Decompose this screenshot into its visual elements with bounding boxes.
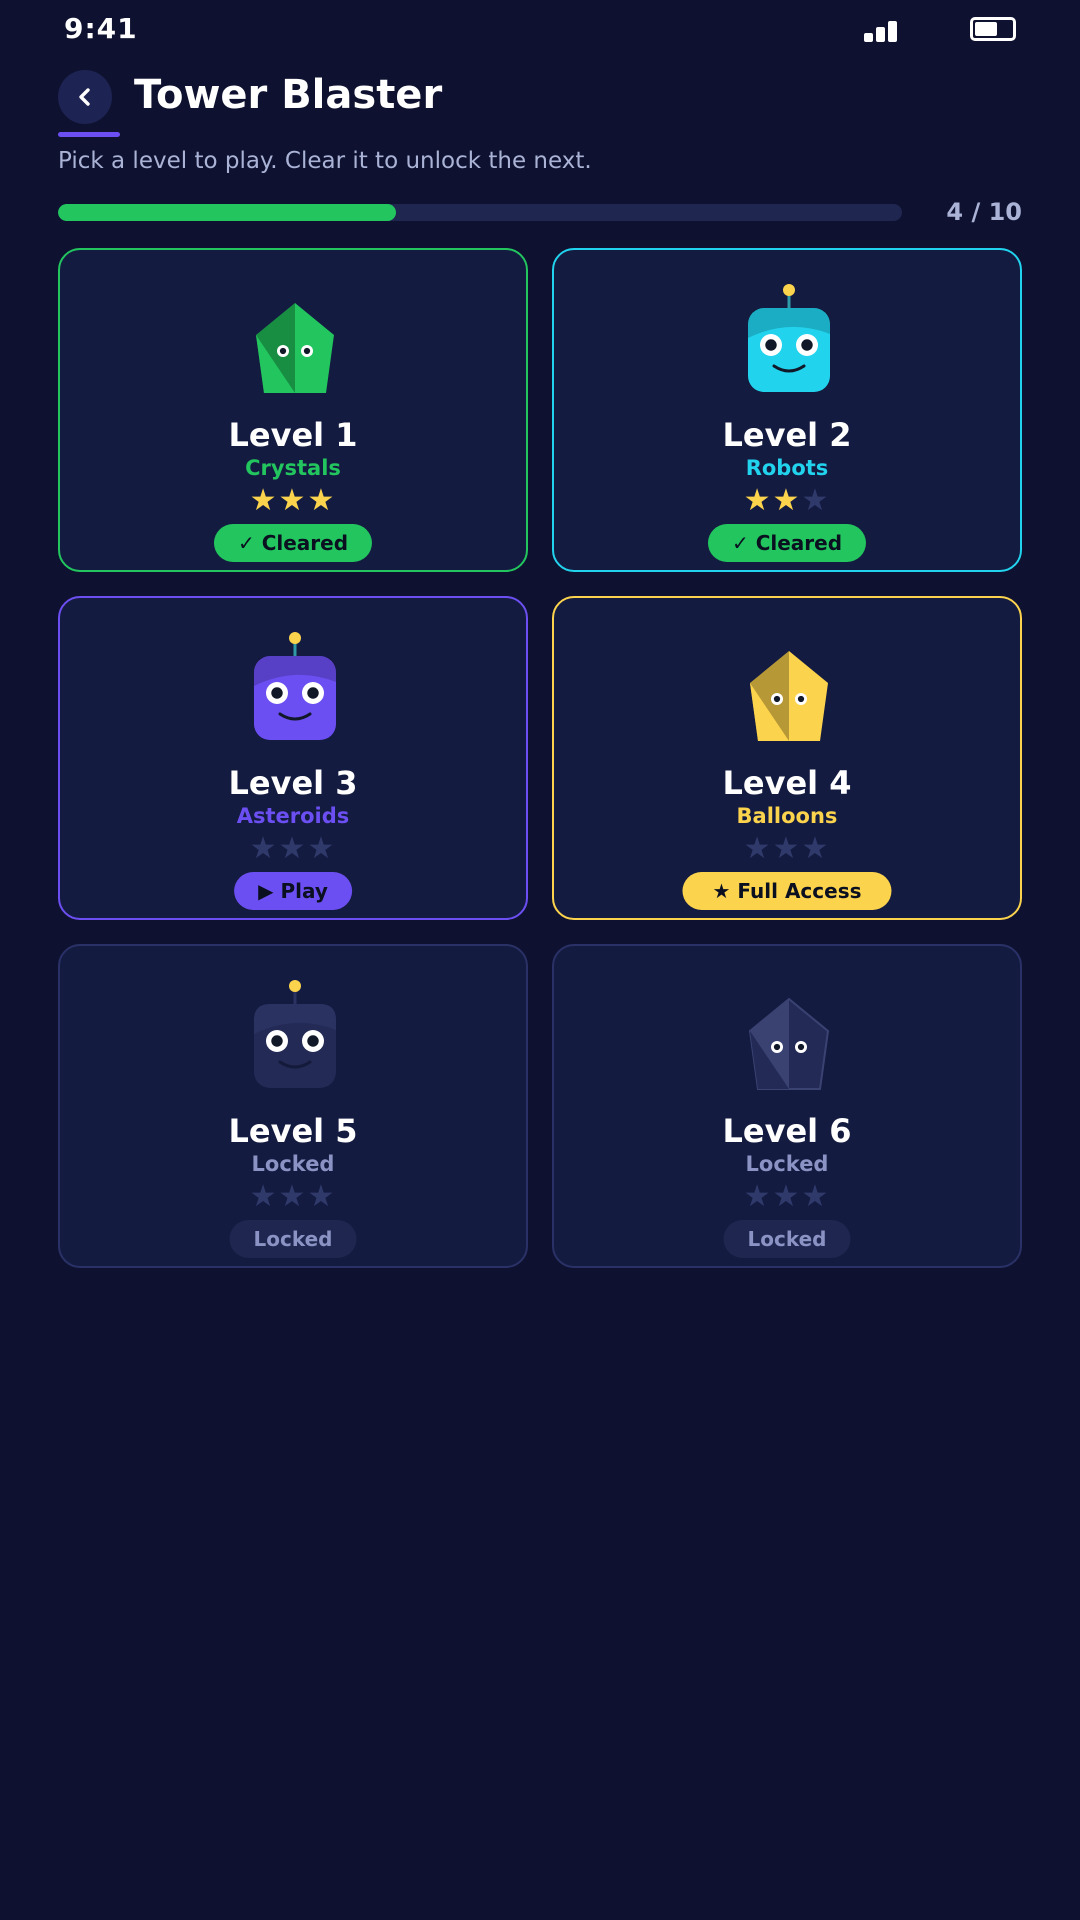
status-time: 9:41 [64, 12, 138, 45]
battery-icon [970, 17, 1016, 41]
robot-icon [225, 974, 365, 1104]
level-title: Level 5 [228, 1112, 358, 1150]
status-bar: 9:41 [0, 0, 1080, 56]
star-icon: ★ [307, 483, 337, 518]
level-card[interactable]: Level 4 Balloons ★★★ ★ Full Access [552, 596, 1022, 920]
play-button[interactable]: ▶ Play [234, 872, 352, 910]
cleared-badge: ✓ Cleared [707, 524, 867, 562]
star-icon: ★ [743, 1179, 773, 1214]
level-theme: Crystals [245, 456, 341, 480]
star-rating: ★★★ [60, 832, 526, 866]
level-card[interactable]: Level 2 Robots ★★★ ✓ Cleared [552, 248, 1022, 572]
star-icon: ★ [743, 483, 773, 518]
level-theme: Asteroids [236, 804, 350, 828]
chevron-left-icon [79, 88, 90, 106]
star-rating: ★★★ [554, 484, 1020, 518]
level-card: Level 5 Locked ★★★ Locked [58, 944, 528, 1268]
level-theme: Locked [745, 1152, 829, 1176]
progress-count: 4 / 10 [946, 198, 1022, 226]
robot-icon [225, 626, 365, 756]
star-icon: ★ [278, 831, 308, 866]
level-card[interactable]: Level 3 Asteroids ★★★ ▶ Play [58, 596, 528, 920]
progress-bar [58, 204, 902, 221]
level-title: Level 1 [228, 416, 358, 454]
robot-icon [719, 278, 859, 408]
level-card[interactable]: Level 1 Crystals ★★★ ✓ Cleared [58, 248, 528, 572]
locked-badge: Locked [723, 1220, 851, 1258]
star-rating: ★★★ [60, 484, 526, 518]
crystal-icon [225, 278, 365, 408]
crystal-icon [719, 974, 859, 1104]
level-card: Level 6 Locked ★★★ Locked [552, 944, 1022, 1268]
level-theme: Balloons [736, 804, 838, 828]
progress-fill [58, 204, 396, 221]
locked-badge: Locked [229, 1220, 357, 1258]
star-icon: ★ [249, 1179, 279, 1214]
star-icon: ★ [278, 1179, 308, 1214]
star-icon: ★ [801, 483, 831, 518]
level-title: Level 2 [722, 416, 852, 454]
page-subtitle: Pick a level to play. Clear it to unlock… [58, 148, 592, 174]
signal-icon [864, 20, 898, 42]
level-title: Level 3 [228, 764, 358, 802]
page-title: Tower Blaster [134, 72, 443, 118]
star-icon: ★ [801, 831, 831, 866]
star-icon: ★ [278, 483, 308, 518]
star-icon: ★ [772, 1179, 802, 1214]
full-access-button[interactable]: ★ Full Access [682, 872, 892, 910]
star-icon: ★ [249, 831, 279, 866]
level-title: Level 6 [722, 1112, 852, 1150]
star-rating: ★★★ [554, 1180, 1020, 1214]
level-theme: Locked [251, 1152, 335, 1176]
title-underline [58, 132, 120, 137]
star-icon: ★ [307, 1179, 337, 1214]
back-button[interactable] [58, 70, 112, 124]
crystal-icon [719, 626, 859, 756]
level-grid: Level 1 Crystals ★★★ ✓ Cleared Level 2 Robots… [58, 248, 1022, 1268]
level-theme: Robots [745, 456, 829, 480]
header: Tower Blaster [58, 68, 1022, 138]
star-icon: ★ [249, 483, 279, 518]
star-rating: ★★★ [60, 1180, 526, 1214]
cleared-badge: ✓ Cleared [213, 524, 373, 562]
star-icon: ★ [772, 831, 802, 866]
level-title: Level 4 [722, 764, 852, 802]
star-icon: ★ [772, 483, 802, 518]
star-icon: ★ [743, 831, 773, 866]
star-icon: ★ [307, 831, 337, 866]
star-rating: ★★★ [554, 832, 1020, 866]
star-icon: ★ [801, 1179, 831, 1214]
